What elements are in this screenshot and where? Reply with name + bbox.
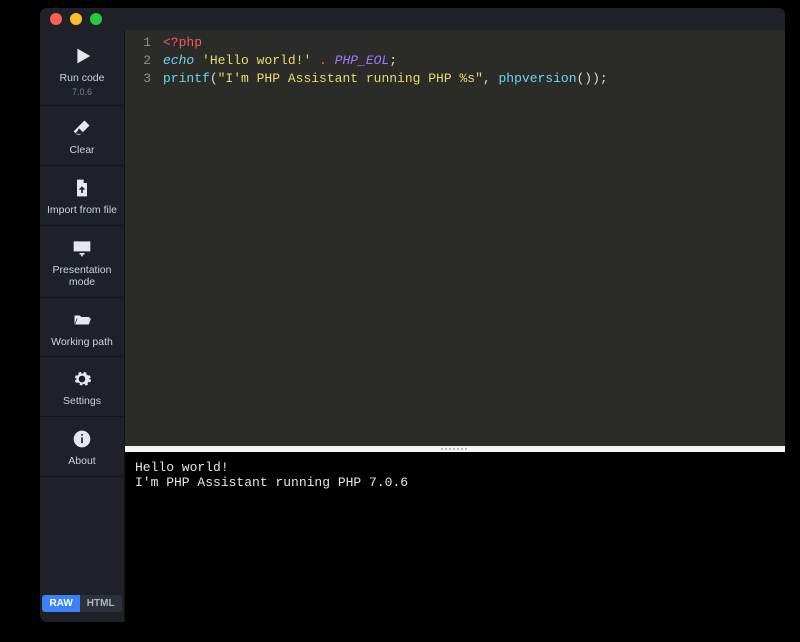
code-token: phpversion — [498, 71, 576, 86]
import-label: Import from file — [47, 204, 117, 217]
main-area: 1 2 3 <?php echo 'Hello world!' . PHP_EO… — [125, 30, 785, 622]
html-mode-button[interactable]: HTML — [80, 595, 122, 612]
play-icon — [69, 44, 95, 68]
info-icon — [69, 427, 95, 451]
monitor-icon — [69, 236, 95, 260]
clear-label: Clear — [69, 144, 94, 157]
code-token: printf — [163, 71, 210, 86]
presentation-label: Presentation mode — [42, 264, 122, 289]
titlebar[interactable] — [40, 8, 785, 30]
line-number: 2 — [125, 52, 151, 70]
import-from-file-button[interactable]: Import from file — [40, 166, 124, 226]
file-import-icon — [69, 176, 95, 200]
presentation-mode-button[interactable]: Presentation mode — [40, 226, 124, 298]
settings-button[interactable]: Settings — [40, 357, 124, 417]
code-content[interactable]: <?php echo 'Hello world!' . PHP_EOL; pri… — [159, 30, 785, 446]
window-minimize-button[interactable] — [70, 13, 82, 25]
run-code-label: Run code — [60, 72, 105, 85]
gear-icon — [69, 367, 95, 391]
settings-label: Settings — [63, 395, 101, 408]
code-editor[interactable]: 1 2 3 <?php echo 'Hello world!' . PHP_EO… — [125, 30, 785, 446]
working-path-button[interactable]: Working path — [40, 298, 124, 358]
eraser-icon — [69, 116, 95, 140]
code-token: , — [483, 71, 499, 86]
raw-mode-button[interactable]: RAW — [42, 595, 79, 612]
code-token: echo — [163, 53, 194, 68]
line-gutter: 1 2 3 — [125, 30, 159, 446]
about-button[interactable]: About — [40, 417, 124, 477]
code-token: PHP_EOL — [335, 53, 390, 68]
code-token: ()); — [577, 71, 608, 86]
working-path-label: Working path — [51, 336, 113, 349]
window-maximize-button[interactable] — [90, 13, 102, 25]
code-token: ( — [210, 71, 218, 86]
sidebar: Run code 7.0.6 Clear Import from file — [40, 30, 125, 622]
code-token: ; — [389, 53, 397, 68]
run-code-button[interactable]: Run code 7.0.6 — [40, 34, 124, 106]
clear-button[interactable]: Clear — [40, 106, 124, 166]
code-token: "I'm PHP Assistant running PHP %s" — [218, 71, 483, 86]
code-token: 'Hello world!' — [202, 53, 311, 68]
folder-open-icon — [69, 308, 95, 332]
window-close-button[interactable] — [50, 13, 62, 25]
output-line: I'm PHP Assistant running PHP 7.0.6 — [135, 475, 408, 490]
code-token: . — [311, 53, 334, 68]
app-window: Run code 7.0.6 Clear Import from file — [40, 8, 785, 622]
php-version-label: 7.0.6 — [72, 87, 92, 98]
about-label: About — [68, 455, 95, 468]
output-line: Hello world! — [135, 460, 229, 475]
line-number: 3 — [125, 70, 151, 88]
code-token: <?php — [163, 35, 202, 50]
output-mode-toggle: RAW HTML — [40, 595, 124, 622]
output-panel[interactable]: Hello world! I'm PHP Assistant running P… — [125, 452, 785, 622]
line-number: 1 — [125, 34, 151, 52]
